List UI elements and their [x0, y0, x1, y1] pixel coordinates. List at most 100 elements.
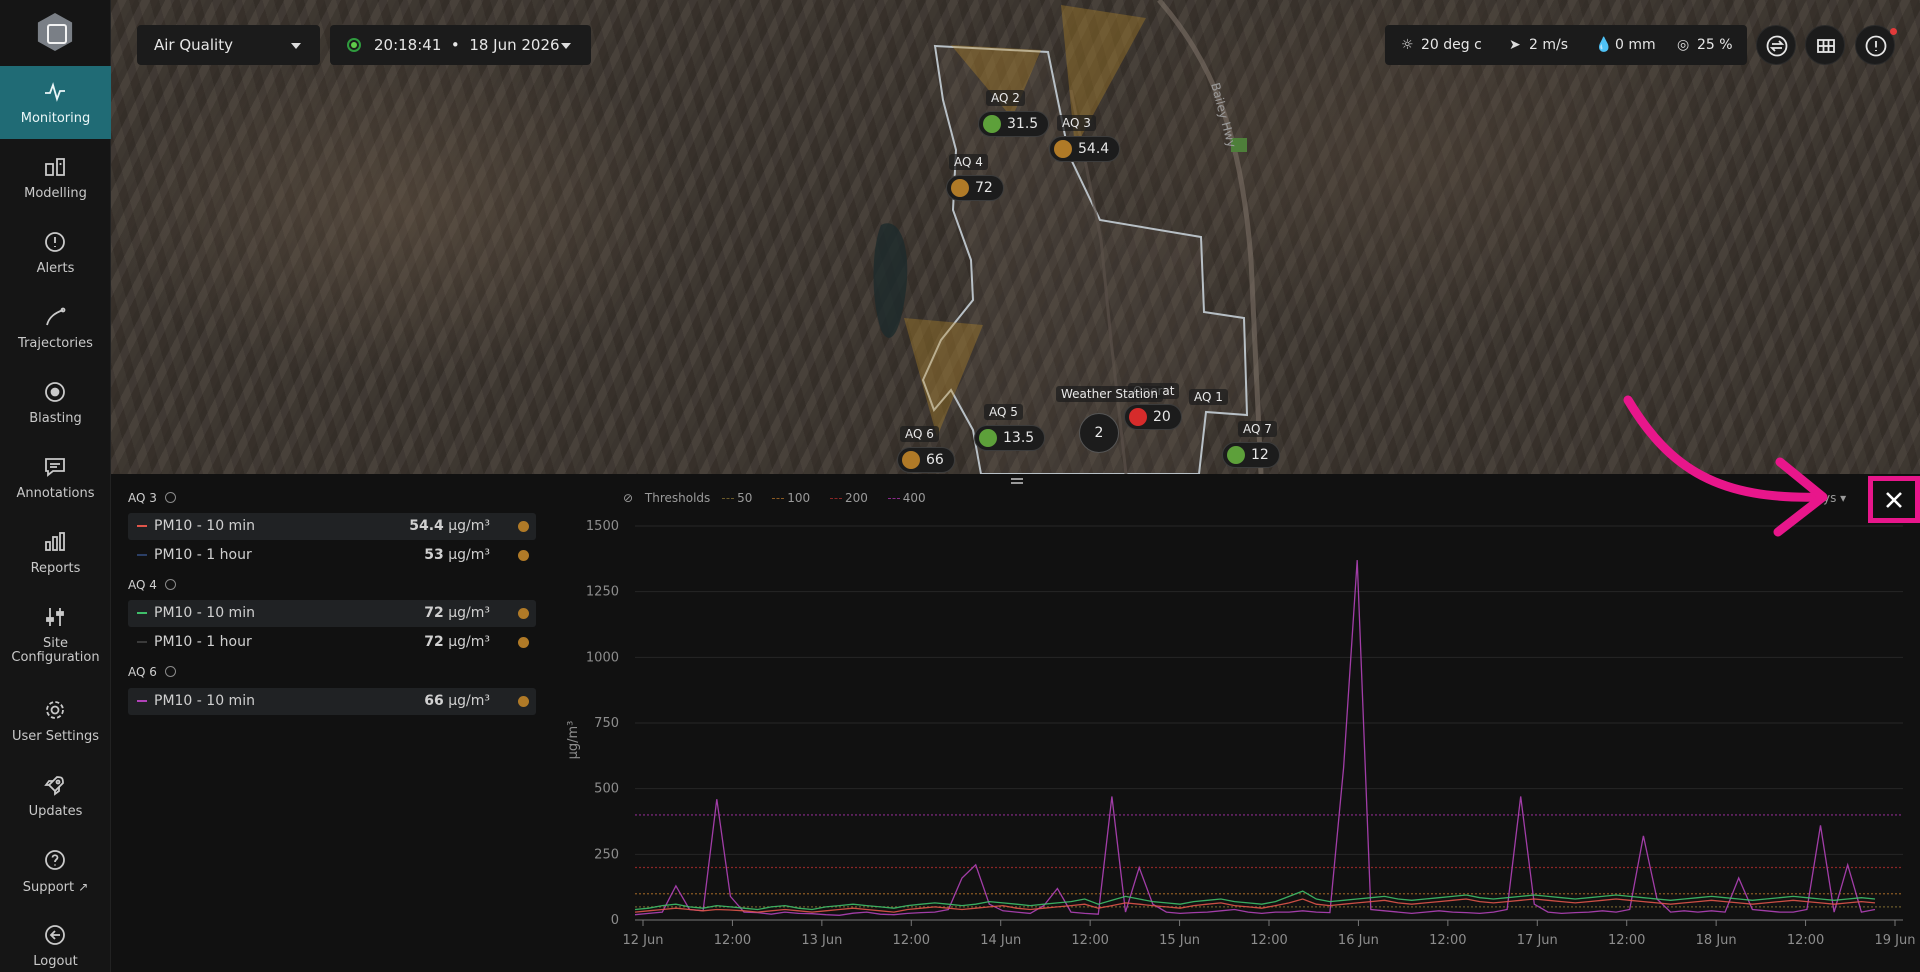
sun-icon: ☼: [1401, 37, 1414, 53]
y-tick-label: 1250: [586, 585, 619, 600]
sidebar-item-blasting[interactable]: Blasting: [0, 366, 111, 439]
sidebar-item-site-configuration[interactable]: Site Configuration: [0, 591, 111, 671]
satellite-map[interactable]: Bailey Hwy AQ 2 31.5 AQ 3 54.4 AQ 4 72 A…: [111, 0, 1920, 474]
gear-icon: [43, 698, 67, 722]
swap-icon: [1766, 35, 1788, 57]
sidebar-item-label: Annotations: [16, 486, 95, 501]
marker-value-pill[interactable]: 54.4: [1049, 136, 1121, 162]
sidebar-item-label: Blasting: [29, 411, 82, 426]
sidebar-item-updates[interactable]: Updates: [0, 759, 111, 832]
blast-target-icon: [43, 380, 67, 404]
x-tick-label: 12 Jun: [623, 933, 664, 948]
y-tick-label: 1000: [586, 650, 619, 665]
time-select[interactable]: 20:18:41 • 18 Jun 2026: [330, 25, 591, 65]
x-tick-label: 15 Jun: [1159, 933, 1200, 948]
status-dot: [1129, 408, 1147, 426]
swap-units-button[interactable]: [1756, 25, 1796, 65]
wind-reading: ➤ 2 m/s: [1509, 37, 1569, 53]
road-label: Bailey Hwy: [1208, 81, 1239, 149]
x-tick-label: 14 Jun: [980, 933, 1021, 948]
map-overlay: Bailey Hwy: [873, 0, 1264, 474]
marker-name: AQ 3: [1057, 115, 1096, 131]
series-line: [634, 560, 1876, 916]
sidebar-item-label: Logout: [33, 954, 78, 969]
marker-value: 20: [1153, 409, 1171, 425]
notifications-button[interactable]: [1855, 25, 1895, 65]
marker-value: 72: [975, 180, 993, 196]
weather-summary: ☼ 20 deg c ➤ 2 m/s 💧 0 mm ◎ 25 %: [1385, 25, 1747, 65]
sidebar-item-label: Trajectories: [18, 336, 93, 351]
chevron-down-icon: [291, 43, 301, 49]
notification-badge: [1890, 28, 1897, 35]
sidebar-item-monitoring[interactable]: Monitoring: [0, 66, 111, 139]
sidebar-item-label: User Settings: [11, 729, 100, 744]
sidebar-item-reports[interactable]: Reports: [0, 516, 111, 589]
x-tick-label: 12:00: [1250, 933, 1287, 948]
status-dot: [1227, 446, 1245, 464]
external-link-icon: ↗: [78, 880, 89, 894]
sidebar-item-label: Site: [43, 636, 68, 651]
grid-view-button[interactable]: [1805, 25, 1845, 65]
x-tick-label: 12:00: [1429, 933, 1466, 948]
marker-name: AQ 6: [900, 426, 939, 442]
sidebar-item-label: Reports: [30, 561, 81, 576]
status-dot: [902, 451, 920, 469]
pulse-icon: [43, 80, 67, 104]
marker-value: 54.4: [1078, 141, 1110, 157]
y-axis-label: µg/m³: [566, 721, 581, 760]
marker-value-pill[interactable]: 66: [897, 447, 955, 473]
marker-value: 13.5: [1003, 430, 1035, 446]
marker-name: AQ 7: [1238, 421, 1277, 437]
x-tick-label: 16 Jun: [1338, 933, 1379, 948]
marker-value-pill[interactable]: 13.5: [974, 425, 1046, 451]
sidebar: Monitoring Modelling Alerts Trajectories…: [0, 0, 111, 972]
sidebar-item-label: Alerts: [36, 261, 75, 276]
y-tick-label: 750: [594, 716, 619, 731]
marker-value: 12: [1251, 447, 1269, 463]
app-logo[interactable]: [37, 13, 73, 51]
rain-reading: 💧 0 mm: [1595, 37, 1656, 53]
logout-icon: [43, 923, 67, 947]
close-icon: [1886, 492, 1902, 508]
x-tick-label: 12:00: [893, 933, 930, 948]
status-dot: [983, 115, 1001, 133]
marker-value-pill[interactable]: 12: [1222, 442, 1280, 468]
close-panel-button[interactable]: [1879, 485, 1909, 515]
live-status-icon: [347, 38, 361, 52]
y-tick-label: 1500: [586, 519, 619, 534]
marker-value-pill[interactable]: 20: [1124, 404, 1182, 430]
water-body: [873, 223, 908, 338]
modelling-icon: [43, 155, 67, 179]
sidebar-item-alerts[interactable]: Alerts: [0, 216, 111, 289]
sidebar-item-trajectories[interactable]: Trajectories: [0, 291, 111, 364]
marker-value-pill[interactable]: 72: [946, 175, 1004, 201]
marker-name: AQ 5: [984, 404, 1023, 420]
sidebar-item-modelling[interactable]: Modelling: [0, 141, 111, 214]
trajectory-icon: [43, 305, 67, 329]
pm10-chart[interactable]: 0 250 500 750 1000 1250 1500 12 Jun 12:00 13 Jun 1…: [111, 474, 1920, 972]
marker-cluster[interactable]: 2: [1079, 413, 1119, 453]
sidebar-item-annotations[interactable]: Annotations: [0, 441, 111, 514]
x-tick-label: 18 Jun: [1696, 933, 1737, 948]
sidebar-item-user-settings[interactable]: User Settings: [0, 684, 111, 757]
sidebar-item-logout[interactable]: Logout: [0, 909, 111, 972]
humidity-icon: ◎: [1677, 37, 1690, 53]
layer-select-value: Air Quality: [154, 36, 233, 54]
time-select-value: 20:18:41 • 18 Jun 2026: [374, 36, 560, 54]
x-tick-label: 12:00: [1608, 933, 1645, 948]
wind-direction-icon: ➤: [1509, 37, 1521, 53]
app-window: Monitoring Modelling Alerts Trajectories…: [0, 0, 1920, 972]
sidebar-item-label-line2: Configuration: [11, 650, 100, 665]
temperature-reading: ☼ 20 deg c: [1401, 37, 1482, 53]
bar-chart-icon: [43, 530, 67, 554]
marker-value-pill[interactable]: 31.5: [978, 111, 1050, 137]
marker-name: AQ 2: [986, 90, 1025, 106]
series-line: [634, 898, 1876, 913]
x-tick-label: 13 Jun: [801, 933, 842, 948]
status-dot: [951, 179, 969, 197]
layer-select[interactable]: Air Quality: [137, 25, 320, 65]
sliders-icon: [43, 605, 67, 629]
status-dot: [1054, 140, 1072, 158]
humidity-reading: ◎ 25 %: [1677, 37, 1733, 53]
sidebar-item-support[interactable]: Support ↗: [0, 834, 111, 907]
